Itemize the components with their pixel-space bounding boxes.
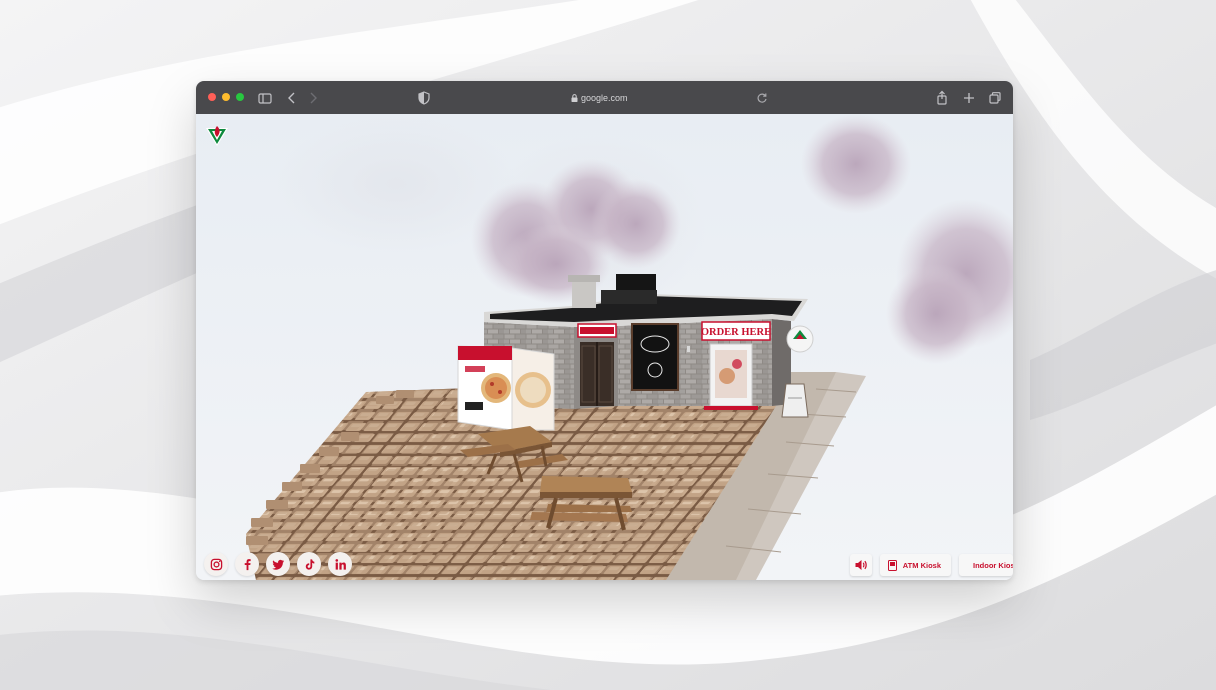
indoor-kiosk-button[interactable]: Indoor Kiosk xyxy=(959,554,1013,576)
close-window-button[interactable] xyxy=(208,93,216,101)
pizza-shop-3d-scene[interactable]: ORDER HERE xyxy=(196,114,1013,580)
sidebar-toggle-icon[interactable] xyxy=(256,89,274,107)
order-here-sign: ORDER HERE xyxy=(701,327,771,338)
speaker-icon[interactable] xyxy=(849,554,872,576)
social-links xyxy=(204,552,352,576)
atm-kiosk-label: ATM Kiosk xyxy=(902,560,941,570)
kiosk-icon xyxy=(887,559,897,571)
browser-window: google.com ORDER HERE ATM Kiosk Indoor K… xyxy=(196,81,1013,580)
minimize-window-button[interactable] xyxy=(222,93,230,101)
reload-icon[interactable] xyxy=(753,89,771,107)
address-text: google.com xyxy=(581,93,628,103)
share-icon[interactable] xyxy=(933,89,951,107)
twitter-icon[interactable] xyxy=(266,552,290,576)
flame-triangle-logo[interactable] xyxy=(204,123,230,149)
forward-icon[interactable] xyxy=(304,89,322,107)
indoor-kiosk-label: Indoor Kiosk xyxy=(973,560,1013,570)
navigation-bar: ATM Kiosk Indoor Kiosk xyxy=(849,554,1013,576)
browser-toolbar: google.com xyxy=(196,81,1013,114)
tab-overview-icon[interactable] xyxy=(986,89,1004,107)
tiktok-icon[interactable] xyxy=(297,552,321,576)
back-icon[interactable] xyxy=(283,89,301,107)
privacy-shield-icon[interactable] xyxy=(415,89,433,107)
instagram-icon[interactable] xyxy=(204,552,228,576)
atm-kiosk-button[interactable]: ATM Kiosk xyxy=(879,554,951,576)
linkedin-icon[interactable] xyxy=(328,552,352,576)
maximize-window-button[interactable] xyxy=(236,93,244,101)
lock-icon xyxy=(571,94,578,102)
address-bar[interactable]: google.com xyxy=(571,90,641,106)
new-tab-icon[interactable] xyxy=(960,89,978,107)
3d-viewport[interactable]: ORDER HERE ATM Kiosk Indoor Kios xyxy=(196,114,1013,580)
facebook-icon[interactable] xyxy=(235,552,259,576)
